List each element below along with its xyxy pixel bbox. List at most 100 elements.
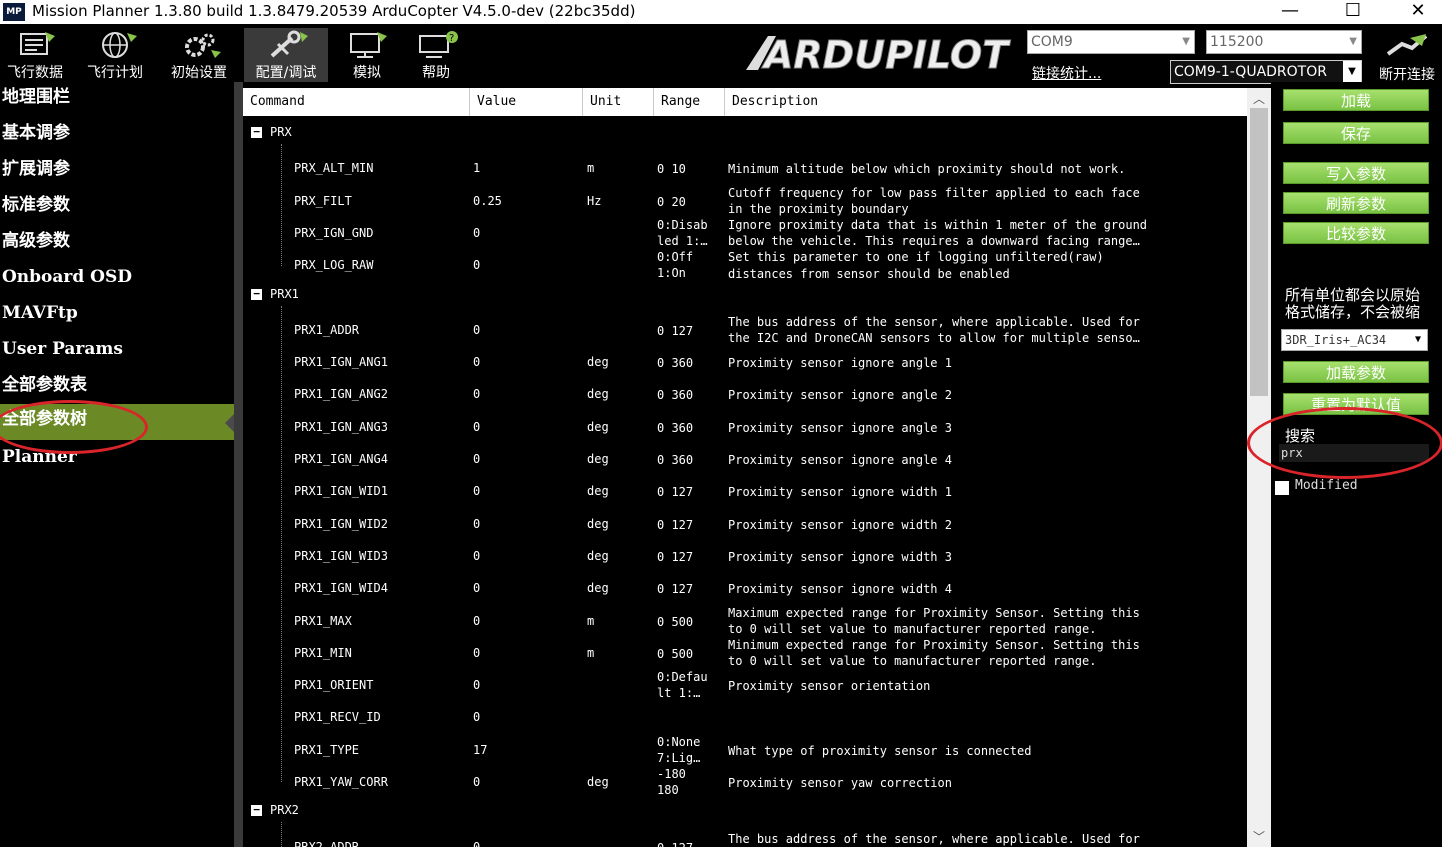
param-row[interactable]: PRX1_ADDR 0 0 127 The bus address of the se… <box>243 314 1247 346</box>
menu-item-basic-tuning[interactable]: 基本调参 <box>0 118 234 154</box>
param-group-row[interactable]: − PRX2 <box>243 801 1247 821</box>
header-description[interactable]: Description <box>725 88 1247 116</box>
menu-item-standard-params[interactable]: 标准参数 <box>0 190 234 226</box>
param-value[interactable]: 0 <box>473 581 480 595</box>
param-row[interactable]: PRX1_ORIENT 0 0:Defau lt 1:… Proximity sens… <box>243 669 1247 701</box>
param-value[interactable]: 0 <box>473 258 480 272</box>
param-row[interactable]: PRX1_IGN_ANG1 0 deg 0 360 Proximity sensor i… <box>243 346 1247 378</box>
search-input[interactable] <box>1279 444 1429 462</box>
link-stats-link[interactable]: 链接统计... <box>1032 63 1101 83</box>
param-name: PRX2_ADDR <box>294 839 360 847</box>
menu-item-full-param-list[interactable]: 全部参数表 <box>0 370 234 406</box>
svg-text:?: ? <box>449 33 454 44</box>
param-value[interactable]: 0 <box>473 775 480 789</box>
param-value[interactable]: 1 <box>473 161 480 175</box>
param-row[interactable]: PRX1_IGN_WID1 0 deg 0 127 Proximity sensor i… <box>243 475 1247 507</box>
param-value[interactable]: 0 <box>473 484 480 498</box>
menu-item-extended-tuning[interactable]: 扩展调参 <box>0 154 234 190</box>
simulation-button[interactable]: 模拟 <box>336 28 398 82</box>
baud-select[interactable]: 115200 ▼ <box>1206 30 1362 54</box>
vehicle-select[interactable]: COM9-1-QUADROTOR ▼ <box>1170 60 1362 84</box>
param-row[interactable]: PRX1_IGN_WID4 0 deg 0 127 Proximity sensor i… <box>243 572 1247 604</box>
param-group-row[interactable]: − PRX1 <box>243 285 1247 305</box>
param-value[interactable]: 0 <box>473 710 480 724</box>
load-preset-button[interactable]: 加载参数 <box>1283 361 1429 383</box>
param-value[interactable]: 0 <box>473 387 480 401</box>
param-value[interactable]: 0 <box>473 452 480 466</box>
menu-item-geofence[interactable]: 地理围栏 <box>0 82 234 118</box>
menu-item-planner[interactable]: Planner <box>0 442 234 478</box>
param-row[interactable]: PRX_IGN_GND 0 0:Disab led 1:… Ignore proxim… <box>243 217 1247 249</box>
initial-setup-button[interactable]: 初始设置 <box>163 28 235 82</box>
param-row[interactable]: PRX1_MIN 0 m 0 500 Minimum expected range fo… <box>243 637 1247 669</box>
param-value[interactable]: 0 <box>473 517 480 531</box>
refresh-params-button[interactable]: 刷新参数 <box>1283 192 1429 214</box>
param-name: PRX1_IGN_ANG2 <box>294 387 388 402</box>
param-range: 0 127 <box>657 517 694 532</box>
preset-select[interactable]: 3DR_Iris+_AC34 ▼ <box>1281 329 1428 351</box>
param-row[interactable]: PRX1_TYPE 17 0:None 7:Lig… What type of pro… <box>243 734 1247 766</box>
plug-icon <box>1386 34 1428 56</box>
param-row[interactable]: PRX2_ADDR 0 0 127 The bus address of the se… <box>243 831 1247 847</box>
group-name: PRX2 <box>270 803 299 818</box>
param-row[interactable]: PRX1_MAX 0 m 0 500 Maximum expected range fo… <box>243 605 1247 637</box>
port-select[interactable]: COM9 ▼ <box>1027 30 1195 54</box>
load-button[interactable]: 加载 <box>1283 89 1429 111</box>
param-row[interactable]: PRX1_IGN_ANG3 0 deg 0 360 Proximity sensor i… <box>243 411 1247 443</box>
scroll-up-icon[interactable]: ︿ <box>1247 90 1271 108</box>
scroll-down-icon[interactable]: ﹀ <box>1247 828 1271 846</box>
param-value[interactable]: 0 <box>473 646 480 660</box>
param-row[interactable]: PRX1_IGN_ANG4 0 deg 0 360 Proximity sensor i… <box>243 443 1247 475</box>
param-value[interactable]: 17 <box>473 743 487 757</box>
header-range[interactable]: Range <box>654 88 725 116</box>
param-value[interactable]: 0 <box>473 323 480 337</box>
disconnect-button[interactable]: 断开连接 <box>1372 30 1442 84</box>
help-button[interactable]: ? 帮助 <box>404 28 468 82</box>
param-group-row[interactable]: − PRX <box>243 123 1247 143</box>
param-range: 0:Off 1:On <box>657 250 694 281</box>
flight-plan-button[interactable]: 飞行计划 <box>80 28 150 82</box>
param-row[interactable]: PRX1_IGN_ANG2 0 deg 0 360 Proximity sensor i… <box>243 378 1247 410</box>
param-value[interactable]: 0 <box>473 614 480 628</box>
menu-item-full-param-tree[interactable]: 全部参数树 <box>0 404 234 440</box>
collapse-icon[interactable]: − <box>251 288 262 300</box>
minimize-button[interactable]: — <box>1260 0 1320 24</box>
param-row[interactable]: PRX1_YAW_CORR 0 deg -180 180 Proximity senso… <box>243 766 1247 798</box>
param-row[interactable]: PRX_FILT 0.25 Hz 0 20 Cutoff frequency for l… <box>243 185 1247 217</box>
close-button[interactable]: ✕ <box>1388 0 1442 24</box>
param-value[interactable]: 0.25 <box>473 194 502 208</box>
param-value[interactable]: 0 <box>473 549 480 563</box>
write-params-button[interactable]: 写入参数 <box>1283 162 1429 184</box>
collapse-icon[interactable]: − <box>251 126 262 138</box>
param-row[interactable]: PRX_ALT_MIN 1 m 0 10 Minimum altitude below … <box>243 152 1247 184</box>
save-button[interactable]: 保存 <box>1283 122 1429 144</box>
param-row[interactable]: PRX_LOG_RAW 0 0:Off 1:On Set this parameter… <box>243 249 1247 281</box>
window-title: Mission Planner 1.3.80 build 1.3.8479.20… <box>32 2 636 20</box>
param-value[interactable]: 0 <box>473 420 480 434</box>
param-row[interactable]: PRX1_IGN_WID2 0 deg 0 127 Proximity sensor i… <box>243 508 1247 540</box>
maximize-button[interactable]: ☐ <box>1323 0 1383 24</box>
param-value[interactable]: 0 <box>473 840 480 847</box>
param-value[interactable]: 0 <box>473 355 480 369</box>
menu-item-advanced-params[interactable]: 高级参数 <box>0 226 234 262</box>
param-value[interactable]: 0 <box>473 226 480 240</box>
collapse-icon[interactable]: − <box>251 804 262 817</box>
param-row[interactable]: PRX1_RECV_ID 0 <box>243 701 1247 733</box>
menu-item-onboard-osd[interactable]: Onboard OSD <box>0 262 234 298</box>
panel-splitter[interactable] <box>234 82 243 847</box>
modified-checkbox[interactable] <box>1275 481 1289 495</box>
header-unit[interactable]: Unit <box>583 88 654 116</box>
reset-default-button[interactable]: 重置为默认值 <box>1283 393 1429 415</box>
param-range: 0 127 <box>657 323 694 338</box>
param-row[interactable]: PRX1_IGN_WID3 0 deg 0 127 Proximity sensor i… <box>243 540 1247 572</box>
header-command[interactable]: Command <box>243 88 470 116</box>
menu-item-mavftp[interactable]: MAVFtp <box>0 298 234 334</box>
param-value[interactable]: 0 <box>473 678 480 692</box>
flight-data-button[interactable]: 飞行数据 <box>0 28 70 82</box>
config-tuning-button[interactable]: 配置/调试 <box>244 28 328 82</box>
compare-params-button[interactable]: 比较参数 <box>1283 222 1429 244</box>
header-value[interactable]: Value <box>470 88 583 116</box>
menu-item-user-params[interactable]: User Params <box>0 334 234 370</box>
scroll-thumb[interactable] <box>1250 108 1268 396</box>
grid-scrollbar[interactable]: ︿ ﹀ <box>1247 88 1271 847</box>
